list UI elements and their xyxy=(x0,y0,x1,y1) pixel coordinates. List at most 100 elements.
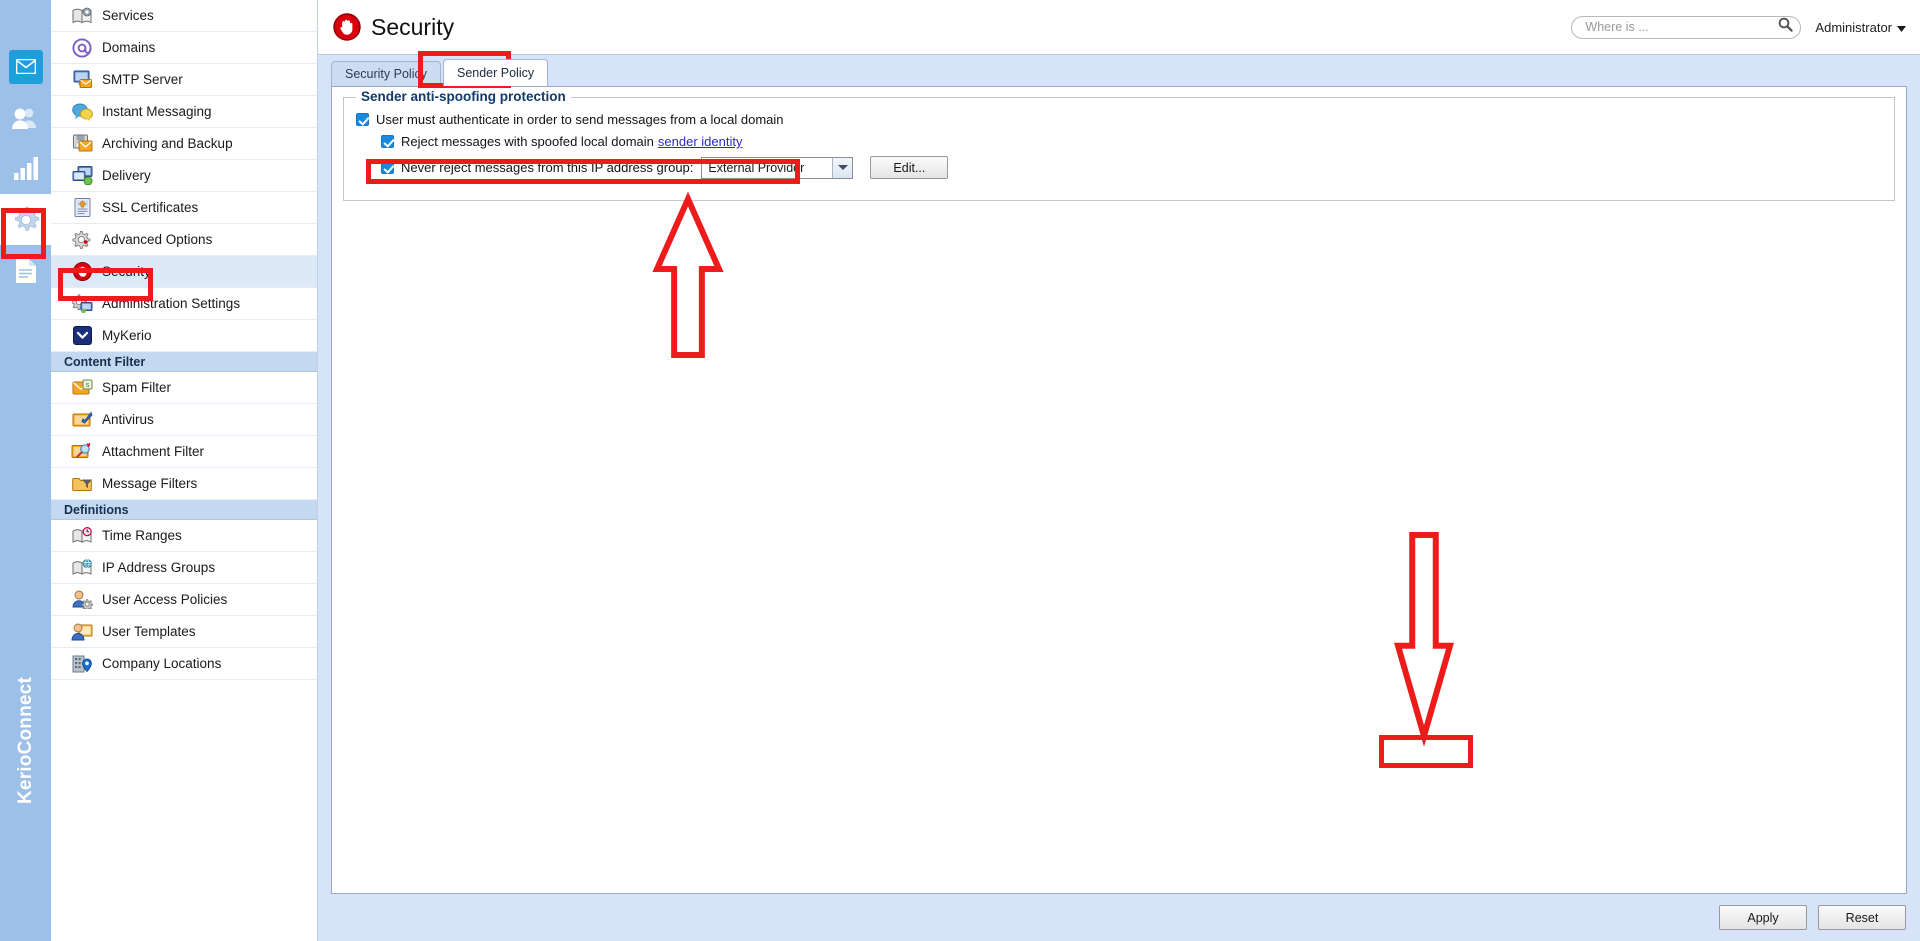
sidebar-item-label: Message Filters xyxy=(102,476,198,491)
content-panel: Sender anti-spoofing protection User mus… xyxy=(331,86,1907,894)
sidebar-item-antivirus[interactable]: Antivirus xyxy=(51,404,317,436)
logs-rail-icon xyxy=(9,254,43,288)
sidebar-item-label: User Templates xyxy=(102,624,196,639)
monitor-mail-icon xyxy=(71,70,93,90)
sidebar-item-company-locations[interactable]: Company Locations xyxy=(51,648,317,680)
chevron-down-icon[interactable] xyxy=(832,157,853,178)
search-box[interactable] xyxy=(1571,15,1802,39)
checkbox-never-reject-ip-group[interactable] xyxy=(381,161,394,174)
sidebar-item-label: SSL Certificates xyxy=(102,200,199,215)
certificate-icon xyxy=(71,198,93,218)
book-gear-icon xyxy=(71,6,93,26)
user-gear-icon xyxy=(71,590,93,610)
sidebar-item-archiving-and-backup[interactable]: Archiving and Backup xyxy=(51,128,317,160)
gear-tool-icon xyxy=(71,230,93,250)
checkbox-user-must-authenticate[interactable] xyxy=(356,113,369,126)
sidebar-item-attachment-filter[interactable]: Attachment Filter xyxy=(51,436,317,468)
icon-rail: KerioConnect xyxy=(0,0,51,941)
sidebar-nav: Services Domains SMTP Server Instant Messag… xyxy=(51,0,318,941)
gear-rail-icon xyxy=(9,203,43,237)
chart-rail-icon xyxy=(9,152,43,186)
sidebar-item-label: Company Locations xyxy=(102,656,222,671)
edit-ip-group-button[interactable]: Edit... xyxy=(870,156,949,179)
mail-rail-icon xyxy=(8,49,43,84)
sidebar-item-user-access-policies[interactable]: User Access Policies xyxy=(51,584,317,616)
top-bar: Security Administrator xyxy=(318,0,1920,55)
sidebar-item-domains[interactable]: Domains xyxy=(51,32,317,64)
sidebar-group-label: Content Filter xyxy=(64,354,146,369)
sidebar-item-user-templates[interactable]: User Templates xyxy=(51,616,317,648)
sidebar-group-definitions: Definitions xyxy=(51,500,317,520)
search-input[interactable] xyxy=(1583,19,1779,35)
stop-hand-icon xyxy=(71,262,93,282)
spam-folder-icon: s xyxy=(71,378,93,398)
rail-item-configuration[interactable] xyxy=(0,194,51,245)
reset-button[interactable]: Reset xyxy=(1818,905,1906,930)
sidebar-item-label: IP Address Groups xyxy=(102,560,216,575)
sidebar-item-label: Security xyxy=(102,264,151,279)
user-card-icon xyxy=(71,622,93,642)
users-rail-icon xyxy=(9,101,43,135)
sidebar-item-spam-filter[interactable]: s Spam Filter xyxy=(51,372,317,404)
sidebar-item-label: Advanced Options xyxy=(102,232,213,247)
sidebar-item-label: Time Ranges xyxy=(102,528,182,543)
sidebar-item-administration-settings[interactable]: Administration Settings xyxy=(51,288,317,320)
sidebar-item-message-filters[interactable]: Message Filters xyxy=(51,468,317,500)
checkbox-reject-spoofed[interactable] xyxy=(381,135,394,148)
row-user-must-authenticate[interactable]: User must authenticate in order to send … xyxy=(356,112,1882,127)
sidebar-item-advanced-options[interactable]: Advanced Options xyxy=(51,224,317,256)
sidebar-item-label: MyKerio xyxy=(102,328,152,343)
filter-folder-icon xyxy=(71,474,93,494)
sidebar-item-label: Attachment Filter xyxy=(102,444,205,459)
sidebar-item-label: Antivirus xyxy=(102,412,154,427)
sidebar-item-time-ranges[interactable]: Time Ranges xyxy=(51,520,317,552)
main-area: Security Administrator Security PolicySe… xyxy=(318,0,1920,941)
tab-sender-policy[interactable]: Sender Policy xyxy=(442,59,549,86)
label-never-reject-ip-group: Never reject messages from this IP addre… xyxy=(401,160,694,175)
row-reject-spoofed[interactable]: Reject messages with spoofed local domai… xyxy=(356,134,1882,149)
label-reject-spoofed: Reject messages with spoofed local domai… xyxy=(401,134,654,149)
tab-security-policy[interactable]: Security Policy xyxy=(331,61,441,86)
building-pin-icon xyxy=(71,654,93,674)
chat-bubbles-icon xyxy=(71,102,93,122)
ip-address-group-value: External Provider xyxy=(708,160,805,175)
stop-hand-icon xyxy=(332,12,362,42)
account-label: Administrator xyxy=(1815,19,1892,35)
apply-button[interactable]: Apply xyxy=(1719,905,1807,930)
book-clock-icon xyxy=(71,526,93,546)
sidebar-item-ip-address-groups[interactable]: IP Address Groups xyxy=(51,552,317,584)
account-menu[interactable]: Administrator xyxy=(1815,20,1906,35)
rail-item-status[interactable] xyxy=(0,143,51,194)
attachment-icon xyxy=(71,442,93,462)
row-never-reject-ip-group[interactable]: Never reject messages from this IP addre… xyxy=(356,156,1882,179)
label-user-must-authenticate: User must authenticate in order to send … xyxy=(376,112,784,127)
tab-strip: Security Policy Sender Policy xyxy=(318,55,1920,86)
ip-address-group-select[interactable]: External Provider xyxy=(701,156,854,179)
rail-item-logs[interactable] xyxy=(0,245,51,296)
sidebar-item-security[interactable]: Security xyxy=(51,256,317,288)
sidebar-item-label: Domains xyxy=(102,40,156,55)
gear-monitor-icon xyxy=(71,294,93,314)
top-bar-right: Administrator xyxy=(1571,15,1920,39)
monitors-icon xyxy=(71,166,93,186)
rail-item-mail[interactable] xyxy=(0,41,51,92)
search-icon[interactable] xyxy=(1778,17,1794,37)
sidebar-group-label: Definitions xyxy=(64,502,129,517)
sender-identity-link[interactable]: sender identity xyxy=(658,134,743,149)
sidebar-item-services[interactable]: Services xyxy=(51,0,317,32)
floppy-mail-icon xyxy=(71,134,93,154)
sidebar-item-instant-messaging[interactable]: Instant Messaging xyxy=(51,96,317,128)
fieldset-legend: Sender anti-spoofing protection xyxy=(356,89,571,104)
sidebar-item-label: Spam Filter xyxy=(102,380,172,395)
rail-item-accounts[interactable] xyxy=(0,92,51,143)
sidebar-item-mykerio[interactable]: MyKerio xyxy=(51,320,317,352)
sidebar-item-smtp-server[interactable]: SMTP Server xyxy=(51,64,317,96)
sidebar-item-label: Services xyxy=(102,8,154,23)
sidebar-item-label: SMTP Server xyxy=(102,72,183,87)
sender-antispoofing-fieldset: Sender anti-spoofing protection User mus… xyxy=(343,89,1895,201)
sidebar-item-ssl-certificates[interactable]: SSL Certificates xyxy=(51,192,317,224)
sidebar-item-label: Instant Messaging xyxy=(102,104,212,119)
sidebar-item-delivery[interactable]: Delivery xyxy=(51,160,317,192)
page-title: Security xyxy=(371,13,455,40)
sidebar-item-label: Delivery xyxy=(102,168,151,183)
